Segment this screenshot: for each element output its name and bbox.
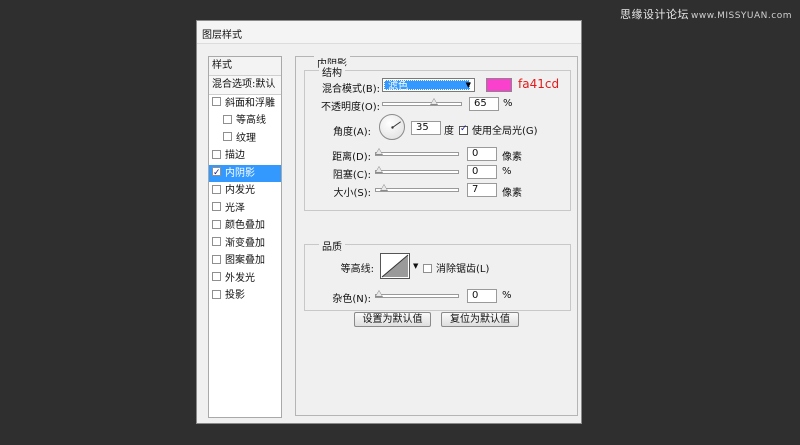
choke-slider-thumb[interactable] xyxy=(375,166,383,173)
style-item-label: 内发光 xyxy=(225,185,255,196)
style-item-label: 斜面和浮雕 xyxy=(225,97,275,109)
global-light-option[interactable]: 使用全局光(G) xyxy=(459,122,538,137)
choke-label: 阻塞(C): xyxy=(332,170,371,181)
choke-input[interactable]: 0 xyxy=(467,165,497,179)
watermark-text: 思缘设计论坛 xyxy=(619,8,689,21)
style-item-label: 外发光 xyxy=(225,272,255,284)
opacity-unit: % xyxy=(503,98,513,109)
structure-group: 结构 混合模式(B): 滤色 ▼ fa41cd 不透明度(O): 65 % 角度… xyxy=(304,64,571,211)
reset-default-button[interactable]: 复位为默认值 xyxy=(441,312,519,327)
style-item-checkbox[interactable] xyxy=(212,254,221,264)
style-item[interactable]: 外发光 xyxy=(209,270,281,288)
angle-dial-needle xyxy=(391,121,401,129)
distance-slider-thumb[interactable] xyxy=(375,148,383,155)
style-item-checkbox[interactable] xyxy=(212,202,221,211)
contour-label: 等高线: xyxy=(340,264,374,275)
style-item-checkbox[interactable] xyxy=(212,219,221,229)
style-item-label: 描边 xyxy=(225,150,245,161)
size-unit: 像素 xyxy=(502,188,522,199)
contour-dropdown-icon[interactable]: ▼ xyxy=(413,262,418,270)
style-item-label: 颜色叠加 xyxy=(225,220,265,231)
style-item-checkbox[interactable] xyxy=(212,272,221,281)
style-item-checkbox[interactable] xyxy=(212,289,221,299)
size-label: 大小(S): xyxy=(333,188,371,199)
style-item-label: 等高线 xyxy=(236,115,266,126)
opacity-slider[interactable] xyxy=(382,98,462,106)
style-item[interactable]: 内发光 xyxy=(209,182,281,200)
layer-style-dialog: 图层样式 样式 混合选项:默认斜面和浮雕等高线纹理描边内阴影内发光光泽颜色叠加渐… xyxy=(196,20,582,424)
noise-slider-thumb[interactable] xyxy=(375,290,383,297)
style-item[interactable]: 渐变叠加 xyxy=(209,235,281,253)
choke-unit: % xyxy=(502,166,512,177)
blend-mode-label: 混合模式(B): xyxy=(321,84,380,95)
noise-input[interactable]: 0 xyxy=(467,289,497,303)
angle-unit: 度 xyxy=(444,126,454,137)
style-item[interactable]: 斜面和浮雕 xyxy=(209,95,281,113)
chevron-down-icon: ▼ xyxy=(465,81,471,89)
style-item[interactable]: 颜色叠加 xyxy=(209,217,281,235)
style-item-checkbox[interactable] xyxy=(212,149,221,159)
shadow-color-swatch[interactable] xyxy=(486,78,512,92)
angle-dial[interactable] xyxy=(379,114,405,140)
opacity-slider-thumb[interactable] xyxy=(429,98,438,105)
style-item-checkbox[interactable] xyxy=(223,114,232,124)
dialog-title: 图层样式 xyxy=(202,30,242,41)
blend-mode-value: 滤色 xyxy=(384,80,470,92)
style-item-checkbox[interactable] xyxy=(212,237,221,246)
anti-alias-label: 消除锯齿(L) xyxy=(436,264,490,275)
shadow-color-hex: fa41cd xyxy=(518,77,560,91)
style-item-checkbox[interactable] xyxy=(212,184,221,194)
blend-mode-select[interactable]: 滤色 ▼ xyxy=(382,78,475,92)
opacity-label: 不透明度(O): xyxy=(320,102,380,113)
style-item[interactable]: 内阴影 xyxy=(209,164,281,182)
choke-slider[interactable] xyxy=(375,166,459,174)
distance-input[interactable]: 0 xyxy=(467,147,497,161)
quality-group: 品质 等高线: ▼ 消除锯齿(L) 杂色(N): 0 % xyxy=(304,238,571,311)
inner-shadow-panel: 内阴影 结构 混合模式(B): 滤色 ▼ fa41cd 不透明度(O): 65 … xyxy=(295,55,578,416)
style-item-checkbox[interactable] xyxy=(212,97,221,106)
style-item[interactable]: 描边 xyxy=(209,147,281,165)
style-item[interactable]: 投影 xyxy=(209,287,281,305)
global-light-label: 使用全局光(G) xyxy=(472,126,538,137)
style-item[interactable]: 等高线 xyxy=(209,112,281,130)
style-item-checkbox[interactable] xyxy=(212,165,221,182)
global-light-checkbox[interactable] xyxy=(459,124,468,135)
contour-picker[interactable] xyxy=(380,253,410,279)
structure-group-title: 结构 xyxy=(319,64,345,79)
style-item[interactable]: 光泽 xyxy=(209,200,281,218)
distance-label: 距离(D): xyxy=(332,152,371,163)
style-item[interactable]: 图案叠加 xyxy=(209,252,281,270)
anti-alias-option[interactable]: 消除锯齿(L) xyxy=(423,260,489,275)
styles-list: 样式 混合选项:默认斜面和浮雕等高线纹理描边内阴影内发光光泽颜色叠加渐变叠加图案… xyxy=(208,56,282,418)
style-item-checkbox[interactable] xyxy=(223,132,232,141)
size-input[interactable]: 7 xyxy=(467,183,497,197)
size-slider[interactable] xyxy=(375,184,459,192)
set-default-button[interactable]: 设置为默认值 xyxy=(354,312,431,327)
style-item-label: 图案叠加 xyxy=(225,255,265,266)
style-item[interactable]: 混合选项:默认 xyxy=(209,76,281,95)
style-item-label: 投影 xyxy=(225,290,245,301)
angle-input[interactable]: 35 xyxy=(411,121,441,135)
styles-list-header[interactable]: 样式 xyxy=(209,57,281,76)
angle-label: 角度(A): xyxy=(332,127,371,138)
noise-slider[interactable] xyxy=(375,290,459,298)
style-item-label: 纹理 xyxy=(236,132,256,144)
watermark-site: www.MISSYUAN.com xyxy=(690,11,792,21)
watermark: 思缘设计论坛 www.MISSYUAN.com xyxy=(620,6,792,22)
opacity-input[interactable]: 65 xyxy=(469,97,499,111)
size-slider-thumb[interactable] xyxy=(380,184,388,191)
contour-preview-icon xyxy=(381,254,409,278)
style-item-label: 混合选项:默认 xyxy=(212,79,276,90)
distance-slider[interactable] xyxy=(375,148,459,156)
style-item-label: 光泽 xyxy=(225,202,245,214)
noise-unit: % xyxy=(502,290,512,301)
style-item[interactable]: 纹理 xyxy=(209,130,281,148)
noise-label: 杂色(N): xyxy=(332,294,371,305)
distance-unit: 像素 xyxy=(502,152,522,163)
dialog-titlebar[interactable]: 图层样式 xyxy=(197,21,581,44)
style-item-label: 渐变叠加 xyxy=(225,237,265,249)
style-item-label: 内阴影 xyxy=(225,167,255,179)
anti-alias-checkbox[interactable] xyxy=(423,263,432,273)
quality-group-title: 品质 xyxy=(319,238,345,253)
